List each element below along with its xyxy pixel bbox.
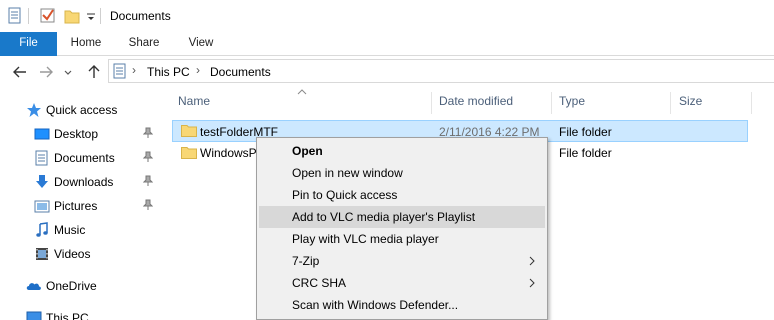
navigation-pane: Quick access Desktop Documents Downloads… — [0, 88, 160, 320]
documents-location-icon — [113, 63, 126, 79]
menu-item-7zip[interactable]: 7-Zip — [259, 250, 545, 272]
menu-item-label: Open in new window — [292, 166, 403, 180]
chevron-right-icon — [529, 256, 535, 266]
menu-item-label: Play with VLC media player — [292, 232, 439, 246]
column-header-type[interactable]: Type — [559, 94, 585, 108]
customize-dropdown-icon[interactable] — [86, 6, 96, 26]
folder-icon — [181, 125, 197, 137]
pin-icon[interactable] — [143, 127, 153, 139]
star-icon — [27, 103, 41, 117]
documents-icon — [35, 150, 48, 166]
chevron-right-icon[interactable]: › — [196, 63, 200, 77]
file-name[interactable]: WindowsP — [200, 146, 257, 160]
menu-item-label: 7-Zip — [292, 254, 320, 268]
column-divider[interactable] — [431, 92, 432, 114]
pin-icon[interactable] — [143, 175, 153, 187]
column-header-date-modified[interactable]: Date modified — [439, 94, 513, 108]
forward-arrow-icon[interactable] — [36, 62, 56, 82]
tab-home[interactable]: Home — [62, 32, 110, 56]
menu-item-play-vlc[interactable]: Play with VLC media player — [259, 228, 545, 250]
breadcrumb-documents[interactable]: Documents — [210, 65, 271, 79]
title-separator — [28, 8, 29, 24]
menu-item-label: Open — [292, 144, 323, 158]
column-header-size[interactable]: Size — [679, 94, 702, 108]
pictures-icon — [34, 200, 50, 213]
sidebar-item-label: Downloads — [54, 175, 114, 189]
menu-item-pin-quick-access[interactable]: Pin to Quick access — [259, 184, 545, 206]
chevron-right-icon — [529, 278, 535, 288]
cloud-icon — [26, 283, 41, 290]
desktop-icon — [34, 128, 50, 140]
title-separator — [100, 8, 101, 24]
tab-view[interactable]: View — [177, 32, 225, 56]
tab-file[interactable]: File — [0, 32, 57, 56]
chevron-right-icon[interactable]: › — [132, 63, 136, 77]
up-arrow-icon[interactable] — [84, 62, 104, 82]
sidebar-item-this-pc[interactable]: This PC — [0, 306, 160, 320]
menu-item-add-vlc-playlist[interactable]: Add to VLC media player's Playlist — [259, 206, 545, 228]
file-type: File folder — [559, 125, 612, 139]
column-divider[interactable] — [751, 92, 752, 114]
column-header-name[interactable]: Name — [178, 94, 210, 108]
pin-icon[interactable] — [143, 151, 153, 163]
file-type: File folder — [559, 146, 612, 160]
sidebar-item-label: Music — [54, 223, 86, 237]
address-bar[interactable]: › This PC › Documents — [108, 59, 774, 83]
sidebar-item-videos[interactable]: Videos — [0, 242, 160, 266]
tab-share[interactable]: Share — [120, 32, 168, 56]
menu-item-crc-sha[interactable]: CRC SHA — [259, 272, 545, 294]
sidebar-item-label: Pictures — [54, 199, 98, 213]
menu-item-open-new-window[interactable]: Open in new window — [259, 162, 545, 184]
recent-locations-icon[interactable] — [62, 62, 74, 82]
sidebar-item-label: This PC — [46, 311, 89, 320]
menu-item-label: Pin to Quick access — [292, 188, 398, 202]
sidebar-item-onedrive[interactable]: OneDrive — [0, 274, 160, 298]
sidebar-item-label: Videos — [54, 247, 91, 261]
title-bar: Documents — [0, 0, 774, 32]
sidebar-item-music[interactable]: Music — [0, 218, 160, 242]
menu-item-label: Scan with Windows Defender... — [292, 298, 459, 312]
download-icon — [36, 175, 48, 188]
new-folder-icon[interactable] — [64, 6, 80, 26]
checkmark-icon[interactable] — [40, 6, 56, 26]
sort-ascending-icon — [297, 89, 307, 95]
properties-icon[interactable] — [8, 6, 22, 26]
menu-item-label: Add to VLC media player's Playlist — [292, 210, 476, 224]
column-divider[interactable] — [551, 92, 552, 114]
pin-icon[interactable] — [143, 199, 153, 211]
videos-icon — [36, 248, 48, 260]
sidebar-item-label: OneDrive — [46, 279, 97, 293]
sidebar-item-desktop[interactable]: Desktop — [0, 122, 160, 146]
folder-icon — [181, 147, 197, 159]
context-menu: Open Open in new window Pin to Quick acc… — [256, 137, 548, 320]
sidebar-item-documents[interactable]: Documents — [0, 146, 160, 170]
window-title: Documents — [110, 9, 171, 23]
computer-icon — [26, 311, 42, 320]
menu-item-label: CRC SHA — [292, 276, 347, 290]
ribbon-tabs: File Home Share View — [0, 32, 774, 56]
sidebar-item-label: Quick access — [46, 103, 118, 117]
sidebar-item-downloads[interactable]: Downloads — [0, 170, 160, 194]
breadcrumb-this-pc[interactable]: This PC — [147, 65, 190, 79]
sidebar-item-label: Documents — [54, 151, 115, 165]
column-divider[interactable] — [670, 92, 671, 114]
menu-item-scan-defender[interactable]: Scan with Windows Defender... — [259, 294, 545, 316]
sidebar-item-label: Desktop — [54, 127, 99, 141]
back-arrow-icon[interactable] — [10, 62, 30, 82]
sidebar-item-pictures[interactable]: Pictures — [0, 194, 160, 218]
music-icon — [36, 222, 48, 237]
menu-item-open[interactable]: Open — [259, 140, 545, 162]
sidebar-item-quick-access[interactable]: Quick access — [0, 98, 160, 122]
